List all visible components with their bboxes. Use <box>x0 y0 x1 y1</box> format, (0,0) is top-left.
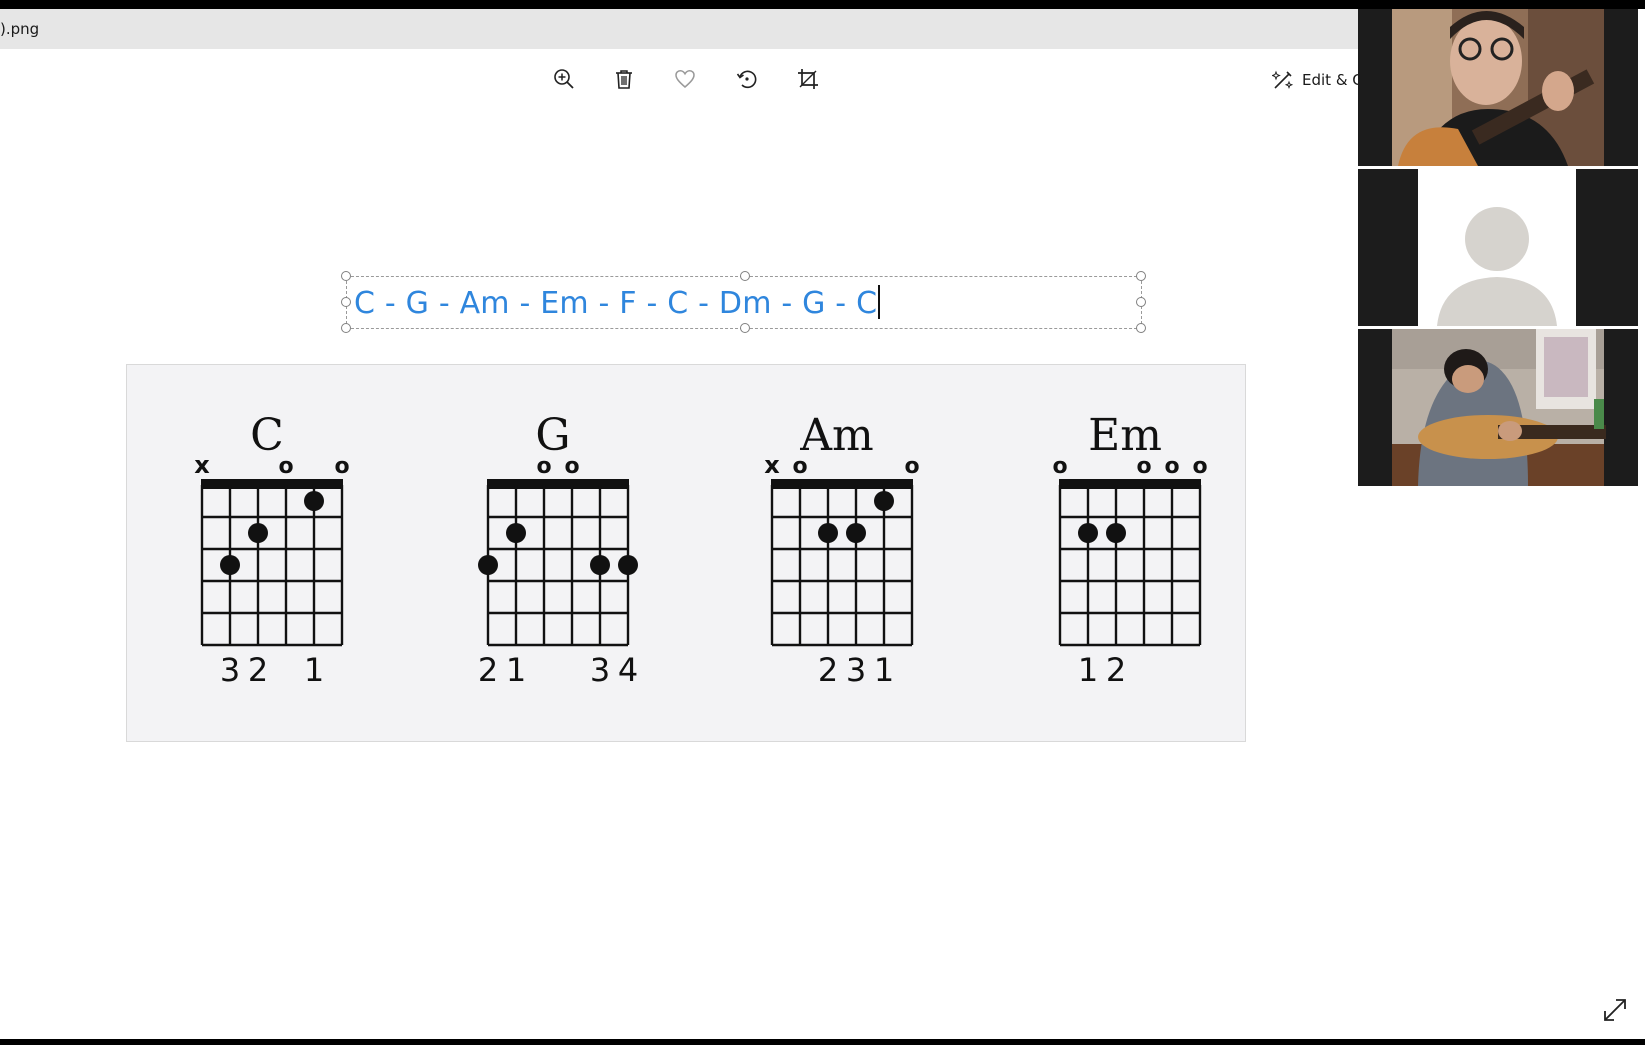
chord-nut <box>1059 479 1201 489</box>
chord-diagram-am: Amx o o2 3 1 <box>764 410 919 689</box>
chord-progression-value: C - G - Am - Em - F - C - Dm - G - C <box>354 286 878 321</box>
chord-string-marker: o <box>334 454 349 479</box>
expand-button[interactable] <box>1600 995 1630 1025</box>
chord-nut <box>487 479 629 489</box>
chord-finger-dot <box>1106 523 1126 543</box>
resize-handle-top-right[interactable] <box>1136 271 1146 281</box>
chord-finger-number: 2 <box>478 651 498 689</box>
resize-handle-bottom-left[interactable] <box>341 323 351 333</box>
chord-finger-dot <box>304 491 324 511</box>
chord-string-marker: o <box>536 454 551 479</box>
chord-finger-number: 4 <box>618 651 638 689</box>
chord-string-marker: o <box>1136 454 1151 479</box>
chord-finger-number: 1 <box>304 651 324 689</box>
chord-nut <box>771 479 913 489</box>
chord-finger-number: 1 <box>506 651 526 689</box>
resize-handle-bottom-right[interactable] <box>1136 323 1146 333</box>
chord-string-marker: o <box>564 454 579 479</box>
chord-string-marker: x <box>764 451 780 479</box>
resize-handle-right[interactable] <box>1136 297 1146 307</box>
title-bar: ).png <box>0 9 1358 49</box>
chord-finger-number: 1 <box>1078 651 1098 689</box>
participant-2-tile[interactable] <box>1358 169 1638 326</box>
chord-finger-number: 3 <box>220 651 240 689</box>
delete-button[interactable] <box>609 64 639 94</box>
chord-string-marker: o <box>1164 454 1179 479</box>
chord-string-marker: o <box>904 454 919 479</box>
chord-chart-image: Cx o o 3 2 1 Go o 2 1 3 4 Am x o o 2 3 1 Em o o o o 1 2 <box>126 364 1246 742</box>
chord-finger-dot <box>506 523 526 543</box>
chord-finger-number: 3 <box>846 651 866 689</box>
chord-string-marker: x <box>194 451 210 479</box>
window-title: ).png <box>0 20 40 38</box>
rotate-button[interactable] <box>732 64 762 94</box>
chord-diagram-c: Cx o o3 2 1 <box>194 410 349 689</box>
crop-icon <box>798 69 818 89</box>
chord-finger-dot <box>478 555 498 575</box>
chord-string-marker: o <box>278 454 293 479</box>
chord-finger-dot <box>618 555 638 575</box>
text-caret <box>878 285 880 319</box>
chord-diagram-g: Go o2 1 3 4 <box>478 410 638 689</box>
participant-1-video <box>1358 9 1638 166</box>
edit-create-icon <box>1272 70 1294 89</box>
resize-handle-bottom[interactable] <box>740 323 750 333</box>
chord-finger-dot <box>220 555 240 575</box>
chord-finger-dot <box>590 555 610 575</box>
chord-finger-dot <box>874 491 894 511</box>
chord-finger-number: 2 <box>818 651 838 689</box>
chord-finger-number: 2 <box>248 651 268 689</box>
bottom-frame-bar <box>0 1039 1645 1045</box>
chord-finger-number: 3 <box>590 651 610 689</box>
rotate-icon <box>736 70 757 89</box>
chord-string-marker: o <box>1192 454 1207 479</box>
crop-button[interactable] <box>793 64 823 94</box>
heart-icon <box>675 70 695 88</box>
participant-3-tile[interactable] <box>1358 329 1638 486</box>
expand-icon <box>1604 999 1626 1021</box>
chord-finger-dot <box>1078 523 1098 543</box>
chord-progression-text[interactable]: C - G - Am - Em - F - C - Dm - G - C <box>354 285 880 321</box>
zoom-in-button[interactable] <box>549 64 579 94</box>
chord-finger-dot <box>248 523 268 543</box>
chord-nut <box>201 479 343 489</box>
chord-finger-number: 1 <box>874 651 894 689</box>
participant-2-avatar <box>1358 169 1638 326</box>
chord-string-marker: o <box>792 454 807 479</box>
participant-3-video <box>1358 329 1638 486</box>
chord-finger-number: 2 <box>1106 651 1126 689</box>
chord-finger-dot <box>846 523 866 543</box>
participant-1-tile[interactable] <box>1358 9 1638 166</box>
chord-name: Am <box>799 410 874 461</box>
resize-handle-left[interactable] <box>341 297 351 307</box>
text-annotation-box[interactable]: C - G - Am - Em - F - C - Dm - G - C <box>341 271 1146 333</box>
resize-handle-top-left[interactable] <box>341 271 351 281</box>
chord-string-marker: o <box>1052 454 1067 479</box>
video-call-panel <box>1358 9 1638 487</box>
chord-finger-dot <box>818 523 838 543</box>
chord-diagrams: Cx o o3 2 1Go o2 1 3 4Amx o o2 3 1Emo o o o1 2 <box>194 410 1207 689</box>
top-frame-bar <box>0 0 1645 9</box>
resize-handle-top[interactable] <box>740 271 750 281</box>
zoom-in-icon <box>554 69 574 89</box>
chord-diagram-em: Emo o o o1 2 <box>1052 410 1207 689</box>
delete-icon <box>616 70 632 89</box>
favorite-button[interactable] <box>670 64 700 94</box>
